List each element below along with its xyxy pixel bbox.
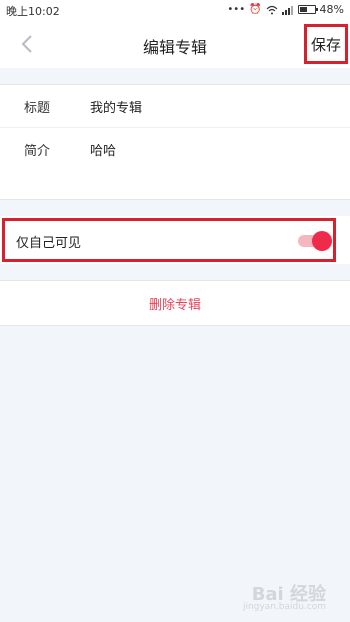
description-value[interactable]: 哈哈 bbox=[90, 140, 116, 159]
battery-percent: 48% bbox=[319, 3, 344, 16]
title-value[interactable]: 我的专辑 bbox=[90, 97, 142, 116]
delete-album-label: 删除专辑 bbox=[148, 297, 201, 313]
signal-icon bbox=[281, 5, 293, 15]
more-dots-icon: ••• bbox=[227, 4, 246, 15]
private-only-toggle[interactable] bbox=[298, 230, 332, 251]
privacy-row: 仅自己可见 bbox=[0, 216, 350, 264]
title-label: 标题 bbox=[24, 100, 51, 116]
status-bar: 晚上10:02 ••• ⏰ 48% bbox=[0, 0, 350, 20]
description-row[interactable]: 简介 哈哈 bbox=[0, 128, 350, 170]
page-title: 编辑专辑 bbox=[142, 38, 207, 57]
wifi-icon bbox=[266, 5, 277, 14]
delete-album-button[interactable]: 删除专辑 bbox=[0, 280, 350, 326]
album-info-section: 标题 我的专辑 简介 哈哈 bbox=[0, 84, 350, 200]
title-row[interactable]: 标题 我的专辑 bbox=[0, 85, 350, 128]
status-time: 晚上10:02 bbox=[6, 5, 60, 18]
watermark-logo: Bai 经验 jingyan.baidu.com bbox=[243, 580, 326, 612]
privacy-label: 仅自己可见 bbox=[16, 236, 82, 251]
watermark-sub: jingyan.baidu.com bbox=[242, 602, 326, 612]
toggle-knob bbox=[312, 231, 332, 251]
description-label: 简介 bbox=[24, 143, 51, 159]
alarm-icon: ⏰ bbox=[249, 4, 262, 15]
save-button[interactable]: 保存 bbox=[304, 24, 348, 64]
status-icons: ••• ⏰ 48% bbox=[227, 3, 344, 16]
header-bar: 编辑专辑 保存 bbox=[0, 20, 350, 68]
battery-icon bbox=[297, 5, 318, 14]
